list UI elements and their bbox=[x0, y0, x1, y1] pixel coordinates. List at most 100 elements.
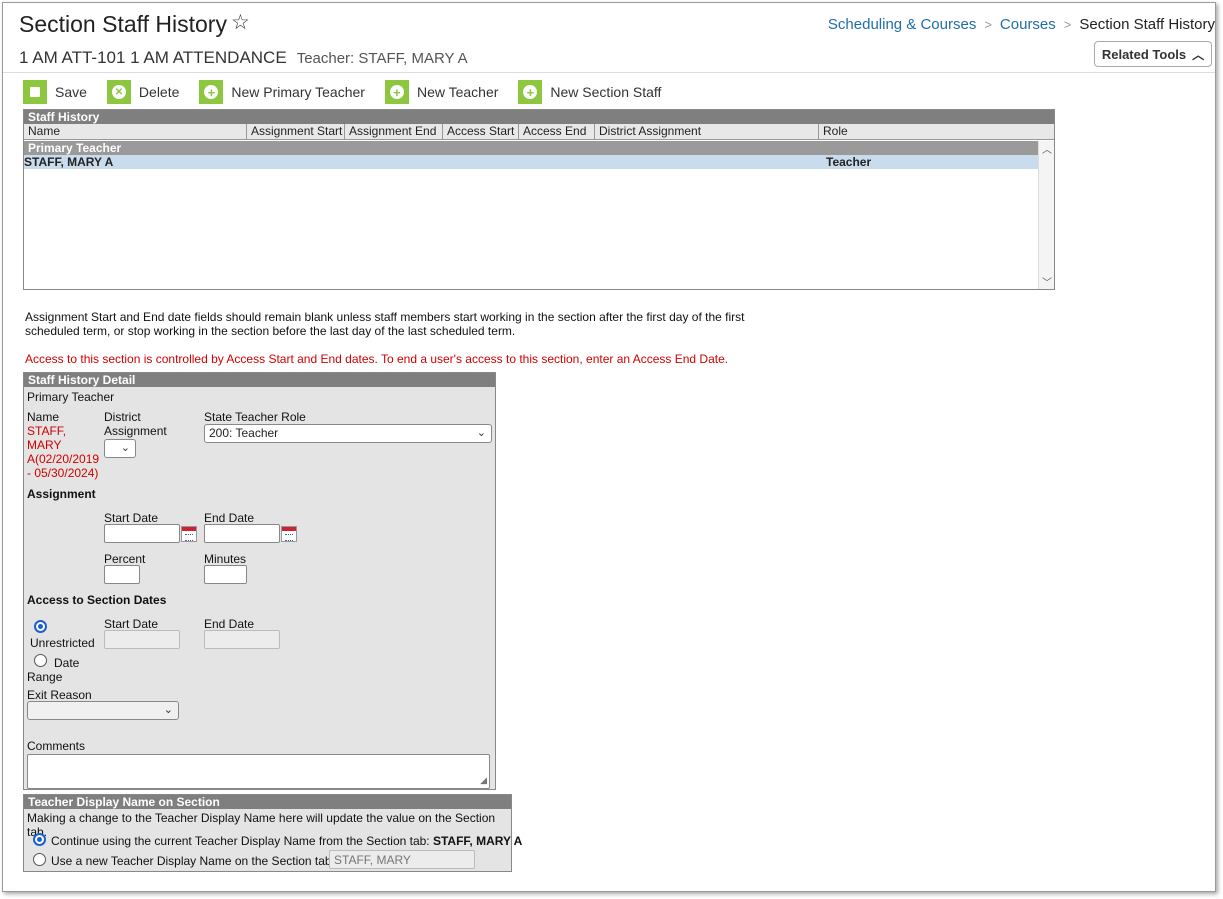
access-start-date-input[interactable] bbox=[104, 630, 180, 649]
district-assignment-select[interactable]: ⌄ bbox=[104, 439, 136, 458]
district-assignment-label-1: District bbox=[104, 410, 141, 424]
save-button[interactable]: Save bbox=[23, 79, 87, 105]
percent-label: Percent bbox=[104, 552, 146, 566]
assignment-start-date-label: Start Date bbox=[104, 511, 159, 525]
unrestricted-radio[interactable] bbox=[34, 620, 47, 633]
column-header-district-assignment[interactable]: District Assignment bbox=[595, 124, 819, 139]
staff-history-grid: Staff History Name Assignment Start Assi… bbox=[23, 109, 1055, 290]
delete-label: Delete bbox=[138, 84, 180, 100]
name-value-line2: MARY bbox=[27, 438, 62, 452]
grid-scrollbar[interactable]: ︿ ﹀ bbox=[1038, 141, 1054, 289]
exit-reason-label: Exit Reason bbox=[27, 688, 92, 702]
calendar-icon[interactable] bbox=[181, 526, 197, 542]
row-role: Teacher bbox=[826, 155, 872, 169]
access-dates-heading: Access to Section Dates bbox=[27, 593, 167, 607]
comments-label: Comments bbox=[27, 739, 86, 753]
app-window: Section Staff History ☆ Scheduling & Cou… bbox=[2, 2, 1216, 892]
breadcrumb-current: Section Staff History bbox=[1079, 16, 1215, 33]
new-display-name-input[interactable] bbox=[329, 850, 475, 869]
minutes-label: Minutes bbox=[204, 552, 247, 566]
name-value-line3: A(02/20/2019 bbox=[27, 452, 100, 466]
scroll-up-icon[interactable]: ︿ bbox=[1042, 141, 1052, 156]
assignment-end-date-label: End Date bbox=[204, 511, 255, 525]
use-new-name-radio[interactable] bbox=[33, 853, 46, 866]
use-new-name-label: Use a new Teacher Display Name on the Se… bbox=[51, 854, 335, 868]
section-name: 1 AM ATT-101 1 AM ATTENDANCE bbox=[19, 48, 287, 67]
state-teacher-role-value: 200: Teacher bbox=[209, 426, 279, 440]
delete-button[interactable]: ✕ Delete bbox=[106, 79, 180, 105]
access-end-date-input[interactable] bbox=[204, 630, 280, 649]
section-subtitle: 1 AM ATT-101 1 AM ATTENDANCE Teacher: STA… bbox=[19, 48, 468, 68]
access-start-date-label: Start Date bbox=[104, 617, 159, 631]
column-header-role[interactable]: Role bbox=[819, 124, 1054, 139]
add-icon: + bbox=[199, 80, 224, 104]
name-label: Name bbox=[27, 410, 60, 424]
new-section-staff-button[interactable]: + New Section Staff bbox=[518, 79, 661, 105]
column-header-assignment-start[interactable]: Assignment Start bbox=[247, 124, 345, 139]
grid-header: Name Assignment Start Assignment End Acc… bbox=[24, 124, 1054, 140]
related-tools-label: Related Tools bbox=[1101, 46, 1187, 62]
new-section-staff-label: New Section Staff bbox=[550, 84, 662, 100]
teacher-display-name-panel: Teacher Display Name on Section Making a… bbox=[23, 794, 522, 872]
current-display-name: STAFF, MARY A bbox=[432, 834, 523, 848]
continue-current-name-label: Continue using the current Teacher Displ… bbox=[51, 834, 522, 848]
state-teacher-role-select[interactable]: 200: Teacher ⌄ bbox=[204, 424, 492, 443]
chevron-right-icon: > bbox=[1063, 17, 1072, 32]
unrestricted-label: Unrestricted bbox=[30, 636, 95, 650]
date-range-label-2: Range bbox=[27, 670, 63, 684]
assignment-end-date-input[interactable] bbox=[204, 524, 280, 543]
district-assignment-label-2: Assignment bbox=[104, 424, 167, 438]
staff-history-title: Staff History bbox=[24, 110, 1054, 124]
chevron-up-icon: ︿ bbox=[1192, 47, 1205, 62]
breadcrumb: Scheduling & Courses > Courses > Section Sta… bbox=[828, 16, 1215, 33]
column-header-assignment-end[interactable]: Assignment End bbox=[345, 124, 443, 139]
name-value-line4: - 05/30/2024) bbox=[27, 466, 99, 480]
save-label: Save bbox=[55, 84, 87, 100]
grid-group-primary-teacher: Primary Teacher bbox=[24, 141, 1039, 155]
related-tools-button[interactable]: Related Tools ︿ bbox=[1094, 41, 1212, 67]
assignment-heading: Assignment bbox=[27, 487, 96, 501]
table-row[interactable]: STAFF, MARY A Teacher bbox=[24, 155, 1039, 169]
breadcrumb-courses[interactable]: Courses bbox=[1000, 16, 1056, 33]
new-teacher-label: New Teacher bbox=[416, 84, 499, 100]
display-name-title: Teacher Display Name on Section bbox=[24, 795, 511, 809]
comments-textarea[interactable]: ◢ bbox=[27, 754, 490, 789]
column-header-access-end[interactable]: Access End bbox=[519, 124, 595, 139]
state-teacher-role-label: State Teacher Role bbox=[204, 410, 306, 424]
column-header-access-start[interactable]: Access Start bbox=[443, 124, 519, 139]
scroll-down-icon[interactable]: ﹀ bbox=[1042, 274, 1052, 289]
add-icon: + bbox=[518, 80, 543, 104]
minutes-input[interactable] bbox=[204, 565, 247, 584]
continue-current-name-text: Continue using the current Teacher Displ… bbox=[51, 834, 433, 848]
chevron-down-icon: ⌄ bbox=[163, 704, 173, 716]
continue-current-name-radio[interactable] bbox=[33, 833, 46, 846]
date-range-label-1: Date bbox=[54, 656, 80, 670]
column-header-name[interactable]: Name bbox=[24, 124, 247, 139]
date-range-radio[interactable] bbox=[34, 654, 47, 667]
chevron-down-icon: ⌄ bbox=[476, 427, 486, 439]
breadcrumb-scheduling-courses[interactable]: Scheduling & Courses bbox=[828, 16, 976, 33]
section-teacher: Teacher: STAFF, MARY A bbox=[296, 50, 468, 67]
save-icon bbox=[23, 80, 47, 104]
detail-title: Staff History Detail bbox=[24, 373, 495, 387]
row-name: STAFF, MARY A bbox=[24, 155, 114, 169]
header-divider bbox=[3, 72, 1215, 73]
favorite-star-icon[interactable]: ☆ bbox=[231, 10, 250, 35]
new-teacher-button[interactable]: + New Teacher bbox=[384, 79, 499, 105]
new-primary-teacher-label: New Primary Teacher bbox=[231, 84, 365, 100]
calendar-icon[interactable] bbox=[281, 526, 297, 542]
assignment-start-date-input[interactable] bbox=[104, 524, 180, 543]
access-end-date-label: End Date bbox=[204, 617, 255, 631]
page-title: Section Staff History bbox=[19, 11, 227, 37]
access-warning-note: Access to this section is controlled by … bbox=[25, 352, 729, 366]
assignment-info-note: Assignment Start and End date fields sho… bbox=[25, 310, 745, 338]
chevron-down-icon: ⌄ bbox=[120, 442, 130, 454]
resize-handle-icon[interactable]: ◢ bbox=[480, 775, 487, 786]
new-primary-teacher-button[interactable]: + New Primary Teacher bbox=[199, 79, 365, 105]
percent-input[interactable] bbox=[104, 565, 140, 584]
action-toolbar: Save ✕ Delete + New Primary Teacher + Ne… bbox=[23, 79, 681, 105]
exit-reason-select[interactable]: ⌄ bbox=[27, 701, 179, 720]
add-icon: + bbox=[384, 80, 409, 104]
chevron-right-icon: > bbox=[984, 17, 992, 32]
name-value-line1: STAFF, bbox=[27, 424, 67, 438]
